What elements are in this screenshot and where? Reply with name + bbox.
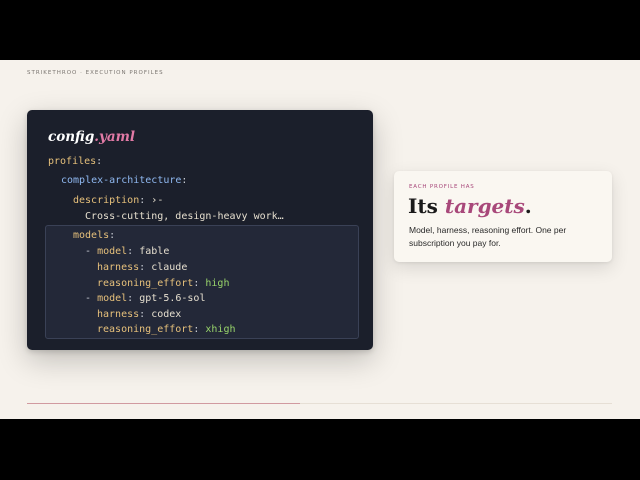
file-title: config.yaml — [48, 129, 135, 145]
code-line-description-value: Cross-cutting, design-heavy work… — [85, 211, 284, 222]
code-line-effort-1: reasoning_effort: high — [97, 278, 230, 289]
headline-accent: targets — [444, 194, 525, 218]
code-line-harness-2: harness: codex — [97, 309, 182, 320]
file-extension: .yaml — [94, 129, 136, 145]
code-line-model-1: - model: fable — [85, 246, 170, 257]
slide-progress-track — [27, 403, 612, 404]
slide-progress-fill — [27, 403, 301, 404]
code-line-model-2: - model: gpt-5.6-sol — [85, 293, 206, 304]
code-line-description: description: ›- — [73, 195, 164, 206]
code-line-models: models: — [73, 230, 116, 241]
info-card: EACH PROFILE HAS Its targets. Model, har… — [394, 171, 612, 262]
code-line-profile-name: complex-architecture: — [61, 175, 188, 186]
code-line-harness-1: harness: claude — [97, 262, 188, 273]
card-eyebrow: EACH PROFILE HAS — [409, 184, 475, 190]
code-card: config.yaml profiles: complex-architectu… — [27, 110, 373, 350]
file-name: config — [48, 129, 95, 145]
code-line-effort-2: reasoning_effort: xhigh — [97, 324, 236, 335]
slide: STRIKETHROO · EXECUTION PROFILES config.… — [0, 60, 640, 419]
breadcrumb: STRIKETHROO · EXECUTION PROFILES — [27, 70, 164, 76]
card-description: Model, harness, reasoning effort. One pe… — [409, 225, 567, 248]
card-headline: Its targets. — [408, 194, 532, 218]
code-line-profiles: profiles: — [48, 156, 103, 167]
